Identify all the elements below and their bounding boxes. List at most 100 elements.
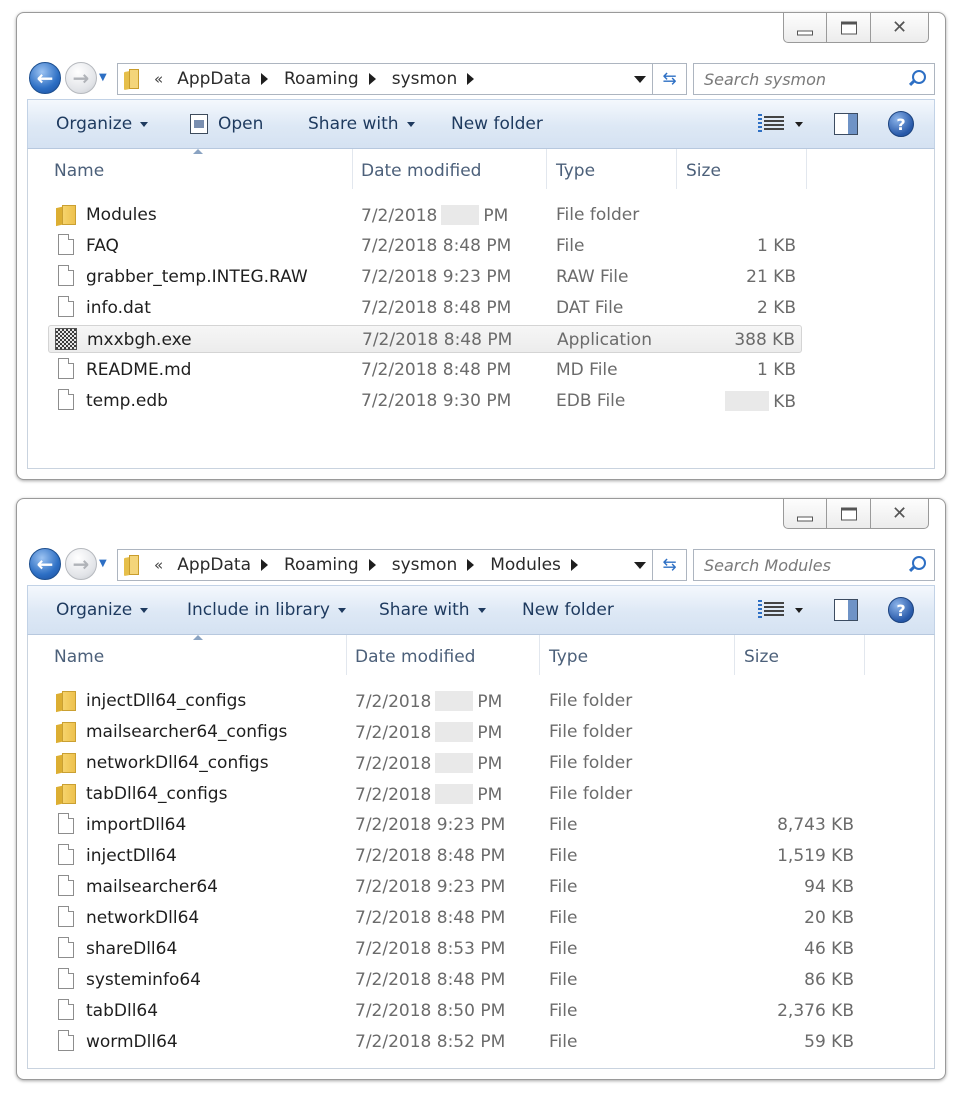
- preview-pane-icon[interactable]: [834, 599, 858, 621]
- search-input[interactable]: Search sysmon: [693, 63, 935, 95]
- command-bar: Organize Include in library Share with N…: [27, 585, 935, 635]
- date-modified: 7/2/2018 8:53 PM: [355, 939, 506, 959]
- close-button[interactable]: ✕: [871, 13, 929, 43]
- breadcrumb-appdata[interactable]: AppData: [177, 555, 251, 575]
- file-row[interactable]: temp.edb 7/2/2018 9:30 PM EDB File KB: [48, 387, 802, 415]
- file-name: mxxbgh.exe: [87, 330, 192, 350]
- new-folder-label: New folder: [451, 114, 543, 134]
- file-row[interactable]: systeminfo64 7/2/2018 8:48 PM File 86 KB: [48, 966, 860, 994]
- refresh-icon[interactable]: ⇆: [653, 63, 687, 95]
- column-header-name[interactable]: Name: [38, 149, 104, 193]
- forward-arrow-icon[interactable]: →: [65, 62, 97, 94]
- maximize-button[interactable]: [827, 13, 871, 43]
- column-divider[interactable]: [806, 149, 807, 189]
- search-input[interactable]: Search Modules: [693, 549, 935, 581]
- breadcrumb-sysmon[interactable]: sysmon: [392, 555, 458, 575]
- breadcrumb-sysmon[interactable]: sysmon: [392, 69, 458, 89]
- date-modified: 7/2/2018 8:48 PM: [361, 236, 512, 256]
- back-arrow-icon[interactable]: ←: [29, 548, 61, 580]
- views-icon[interactable]: [758, 600, 784, 620]
- address-dropdown-icon[interactable]: [634, 76, 646, 83]
- breadcrumb-arrow-icon[interactable]: [467, 73, 475, 85]
- file-icon: [58, 813, 74, 834]
- new-folder-button[interactable]: New folder: [451, 114, 543, 134]
- breadcrumb-overflow-icon[interactable]: «: [154, 556, 163, 574]
- address-bar[interactable]: « AppData Roaming sysmon: [117, 63, 653, 95]
- column-header-size[interactable]: Size: [670, 149, 721, 193]
- folder-row[interactable]: tabDll64_configs 7/2/2018 PM File folder: [48, 780, 860, 808]
- organize-button[interactable]: Organize: [56, 114, 149, 134]
- maximize-button[interactable]: [827, 499, 871, 529]
- date-modified: 7/2/2018 8:48 PM: [355, 846, 506, 866]
- file-row[interactable]: wormDll64 7/2/2018 8:52 PM File 59 KB: [48, 1028, 860, 1056]
- breadcrumb-arrow-icon[interactable]: [368, 559, 376, 571]
- views-icon[interactable]: [758, 114, 784, 134]
- help-icon[interactable]: ?: [888, 111, 914, 137]
- address-bar[interactable]: « AppData Roaming sysmon Modules: [117, 549, 653, 581]
- breadcrumb-arrow-icon[interactable]: [261, 559, 268, 571]
- column-header-name[interactable]: Name: [38, 635, 104, 679]
- ampm: PM: [477, 723, 503, 743]
- include-in-library-button[interactable]: Include in library: [187, 600, 346, 620]
- file-row[interactable]: grabber_temp.INTEG.RAW 7/2/2018 9:23 PM RA…: [48, 263, 802, 291]
- minimize-button[interactable]: [783, 499, 827, 529]
- recent-pages-dropdown-icon[interactable]: ▼: [99, 72, 107, 83]
- breadcrumb-arrow-icon[interactable]: [261, 73, 268, 85]
- breadcrumb-appdata[interactable]: AppData: [177, 69, 251, 89]
- ampm: PM: [477, 754, 503, 774]
- folder-row[interactable]: injectDll64_configs 7/2/2018 PM File folder: [48, 687, 860, 715]
- column-divider[interactable]: [864, 635, 865, 675]
- breadcrumb-arrow-icon[interactable]: [467, 559, 475, 571]
- caption-buttons: ✕: [783, 13, 929, 43]
- file-name: wormDll64: [86, 1032, 178, 1052]
- folder-row[interactable]: Modules 7/2/2018 PM File folder: [48, 201, 802, 229]
- chevron-down-icon: [477, 607, 486, 613]
- file-type: File folder: [549, 691, 633, 711]
- file-row[interactable]: tabDll64 7/2/2018 8:50 PM File 2,376 KB: [48, 997, 860, 1025]
- search-icon[interactable]: [906, 554, 928, 576]
- back-arrow-icon[interactable]: ←: [29, 62, 61, 94]
- file-row[interactable]: FAQ 7/2/2018 8:48 PM File 1 KB: [48, 232, 802, 260]
- recent-pages-dropdown-icon[interactable]: ▼: [99, 558, 107, 569]
- breadcrumb-arrow-icon[interactable]: [368, 73, 376, 85]
- search-icon[interactable]: [906, 68, 928, 90]
- refresh-icon[interactable]: ⇆: [653, 549, 687, 581]
- file-row[interactable]: networkDll64 7/2/2018 8:48 PM File 20 KB: [48, 904, 860, 932]
- close-button[interactable]: ✕: [871, 499, 929, 529]
- redacted-time: [435, 722, 474, 742]
- column-header-type[interactable]: Type: [533, 635, 588, 679]
- file-row[interactable]: info.dat 7/2/2018 8:48 PM DAT File 2 KB: [48, 294, 802, 322]
- breadcrumb-arrow-icon[interactable]: [570, 559, 578, 571]
- file-row[interactable]: injectDll64 7/2/2018 8:48 PM File 1,519 KB: [48, 842, 860, 870]
- forward-arrow-icon[interactable]: →: [65, 548, 97, 580]
- views-dropdown-icon[interactable]: [795, 122, 803, 127]
- folder-row[interactable]: mailsearcher64_configs 7/2/2018 PM File fol…: [48, 718, 860, 746]
- file-row[interactable]: mailsearcher64 7/2/2018 9:23 PM File 94 KB: [48, 873, 860, 901]
- column-header-type[interactable]: Type: [540, 149, 595, 193]
- breadcrumb-roaming[interactable]: Roaming: [284, 69, 359, 89]
- views-dropdown-icon[interactable]: [795, 608, 803, 613]
- date-modified: 7/2/2018 PM: [355, 722, 502, 743]
- search-placeholder: Search Modules: [704, 555, 831, 575]
- folder-icon: [124, 555, 140, 575]
- share-with-button[interactable]: Share with: [379, 600, 486, 620]
- column-header-date[interactable]: Date modified: [339, 635, 475, 679]
- file-row[interactable]: shareDll64 7/2/2018 8:53 PM File 46 KB: [48, 935, 860, 963]
- minimize-button[interactable]: [783, 13, 827, 43]
- organize-button[interactable]: Organize: [56, 600, 149, 620]
- folder-row[interactable]: networkDll64_configs 7/2/2018 PM File folde…: [48, 749, 860, 777]
- address-dropdown-icon[interactable]: [634, 562, 646, 569]
- breadcrumb-roaming[interactable]: Roaming: [284, 555, 359, 575]
- breadcrumb-overflow-icon[interactable]: «: [154, 70, 163, 88]
- column-header-date[interactable]: Date modified: [345, 149, 481, 193]
- breadcrumb-modules[interactable]: Modules: [490, 555, 561, 575]
- preview-pane-icon[interactable]: [834, 113, 858, 135]
- share-with-button[interactable]: Share with: [308, 114, 415, 134]
- column-header-size[interactable]: Size: [728, 635, 779, 679]
- file-row[interactable]: mxxbgh.exe 7/2/2018 8:48 PM Application 388…: [48, 325, 802, 353]
- file-row[interactable]: README.md 7/2/2018 8:48 PM MD File 1 KB: [48, 356, 802, 384]
- new-folder-button[interactable]: New folder: [522, 600, 614, 620]
- open-button[interactable]: Open: [190, 114, 263, 134]
- help-icon[interactable]: ?: [888, 597, 914, 623]
- file-row[interactable]: importDll64 7/2/2018 9:23 PM File 8,743 KB: [48, 811, 860, 839]
